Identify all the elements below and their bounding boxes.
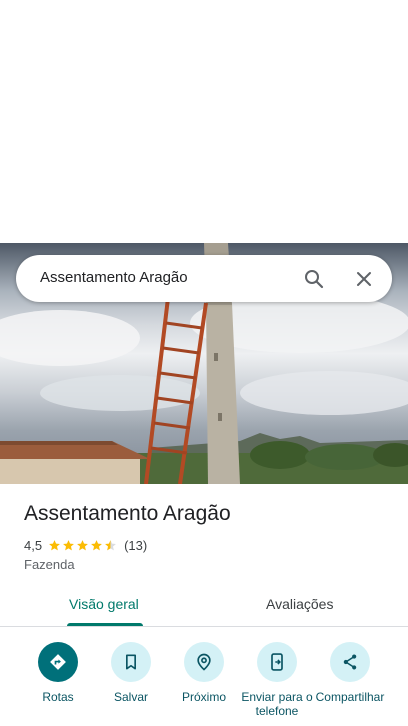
save-button-circle[interactable] [111,642,151,682]
star-icon [77,539,88,550]
directions-button-circle[interactable] [38,642,78,682]
close-icon[interactable] [352,267,376,291]
nearby-button-circle[interactable] [184,642,224,682]
share-button-circle[interactable] [330,642,370,682]
tabs-divider [0,626,408,627]
star-icon [49,539,60,550]
place-category: Fazenda [24,557,75,572]
bookmark-icon [126,654,136,670]
tab-reviews[interactable]: Avaliações [266,596,333,612]
search-input[interactable]: Assentamento Aragão [40,269,188,286]
send-to-phone-label: Enviar para o telefone [241,690,313,718]
share-button[interactable]: Compartilhar [310,642,390,704]
review-count[interactable]: (13) [124,538,147,553]
nearby-label: Próximo [181,690,226,704]
share-label: Compartilhar [315,690,385,704]
tab-overview[interactable]: Visão geral [69,596,139,612]
send-to-phone-icon [271,653,283,671]
nearby-icon [197,653,211,671]
star-icon [91,539,102,550]
save-label: Salvar [113,690,148,704]
search-bar[interactable]: Assentamento Aragão [16,255,392,302]
directions-label: Rotas [42,690,74,704]
send-to-phone-button-circle[interactable] [257,642,297,682]
save-button[interactable]: Salvar [91,642,171,704]
rating-row[interactable]: 4,5 (13) [24,536,147,554]
search-icon[interactable] [302,267,326,291]
star-icon [63,539,74,550]
rating-value: 4,5 [24,537,43,553]
place-title: Assentamento Aragão [24,502,231,525]
star-rating [48,539,118,552]
share-icon [343,654,357,670]
directions-icon [50,654,66,670]
half-star-icon [105,539,116,550]
nearby-button[interactable]: Próximo [164,642,244,704]
map-blank-area [0,0,408,243]
send-to-phone-button[interactable]: Enviar para o telefone [237,642,317,718]
directions-button[interactable]: Rotas [18,642,98,704]
